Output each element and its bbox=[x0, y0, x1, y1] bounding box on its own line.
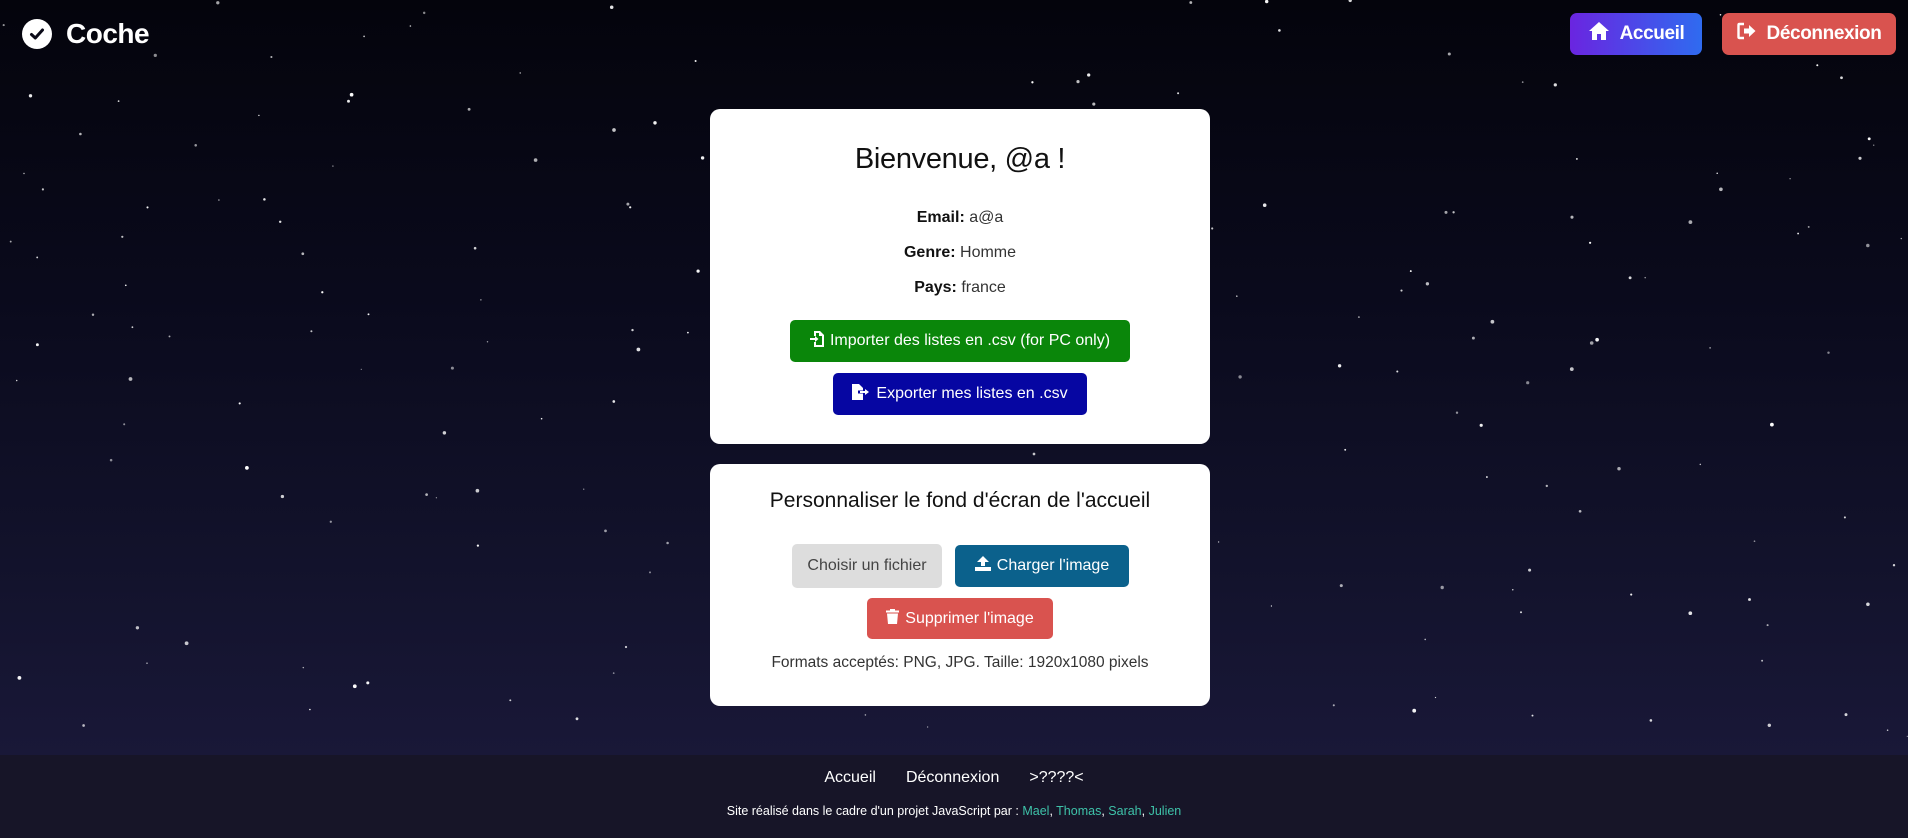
import-csv-label: Importer des listes en .csv (for PC only… bbox=[829, 332, 1111, 349]
footer-link-secret[interactable]: >????< bbox=[1029, 769, 1083, 787]
file-export-icon bbox=[852, 383, 870, 405]
choose-file-button[interactable]: Choisir un fichier bbox=[792, 544, 942, 588]
export-csv-button[interactable]: Exporter mes listes en .csv bbox=[833, 373, 1087, 415]
import-csv-button[interactable]: Importer des listes en .csv (for PC only… bbox=[790, 320, 1130, 362]
sign-out-icon bbox=[1736, 22, 1757, 46]
welcome-heading: Bienvenue, @a ! bbox=[854, 143, 1066, 175]
author-link-julien[interactable]: Julien bbox=[1149, 804, 1182, 818]
country-info: Pays: france bbox=[710, 279, 1210, 297]
upload-icon bbox=[974, 556, 991, 576]
email-label: Email: bbox=[916, 209, 965, 226]
genre-value: Homme bbox=[955, 244, 1017, 261]
credits-prefix: Site réalisé dans le cadre d'un projet J… bbox=[726, 804, 1023, 818]
footer-links: Accueil Déconnexion >????< bbox=[0, 769, 1908, 787]
credits: Site réalisé dans le cadre d'un projet J… bbox=[726, 804, 1182, 818]
delete-image-label: Supprimer l'image bbox=[905, 609, 1034, 627]
footer-link-logout[interactable]: Déconnexion bbox=[906, 769, 999, 787]
email-value: a@a bbox=[964, 209, 1004, 226]
home-button[interactable]: Accueil bbox=[1570, 13, 1702, 55]
profile-card: Bienvenue, @a ! Email: a@a Genre: Homme … bbox=[710, 109, 1210, 444]
upload-image-label: Charger l'image bbox=[996, 557, 1110, 574]
home-button-label: Accueil bbox=[1619, 23, 1685, 44]
trash-icon bbox=[886, 608, 900, 629]
wallpaper-card: Personnaliser le fond d'écran de l'accue… bbox=[710, 464, 1210, 706]
export-csv-label: Exporter mes listes en .csv bbox=[876, 385, 1068, 402]
author-link-sarah[interactable]: Sarah bbox=[1108, 804, 1141, 818]
home-icon bbox=[1588, 21, 1610, 47]
brand[interactable]: Coche bbox=[22, 14, 150, 54]
logout-button[interactable]: Déconnexion bbox=[1722, 13, 1896, 55]
genre-info: Genre: Homme bbox=[710, 244, 1210, 262]
country-label: Pays: bbox=[914, 279, 957, 296]
footer-link-home[interactable]: Accueil bbox=[824, 769, 876, 787]
file-import-icon bbox=[809, 330, 824, 352]
formats-note: Formats acceptés: PNG, JPG. Taille: 1920… bbox=[771, 654, 1149, 671]
email-info: Email: a@a bbox=[710, 209, 1210, 227]
country-value: france bbox=[956, 279, 1006, 296]
author-link-thomas[interactable]: Thomas bbox=[1056, 804, 1101, 818]
check-circle-icon bbox=[22, 19, 52, 49]
logout-button-label: Déconnexion bbox=[1766, 23, 1882, 44]
delete-image-button[interactable]: Supprimer l'image bbox=[867, 598, 1053, 639]
upload-image-button[interactable]: Charger l'image bbox=[955, 545, 1129, 587]
choose-file-label: Choisir un fichier bbox=[807, 557, 927, 574]
author-link-mael[interactable]: Mael bbox=[1022, 804, 1049, 818]
genre-label: Genre: bbox=[903, 244, 956, 261]
wallpaper-title: Personnaliser le fond d'écran de l'accue… bbox=[769, 489, 1151, 512]
app-name: Coche bbox=[66, 18, 150, 49]
footer: Accueil Déconnexion >????< Site réalisé … bbox=[0, 755, 1908, 838]
